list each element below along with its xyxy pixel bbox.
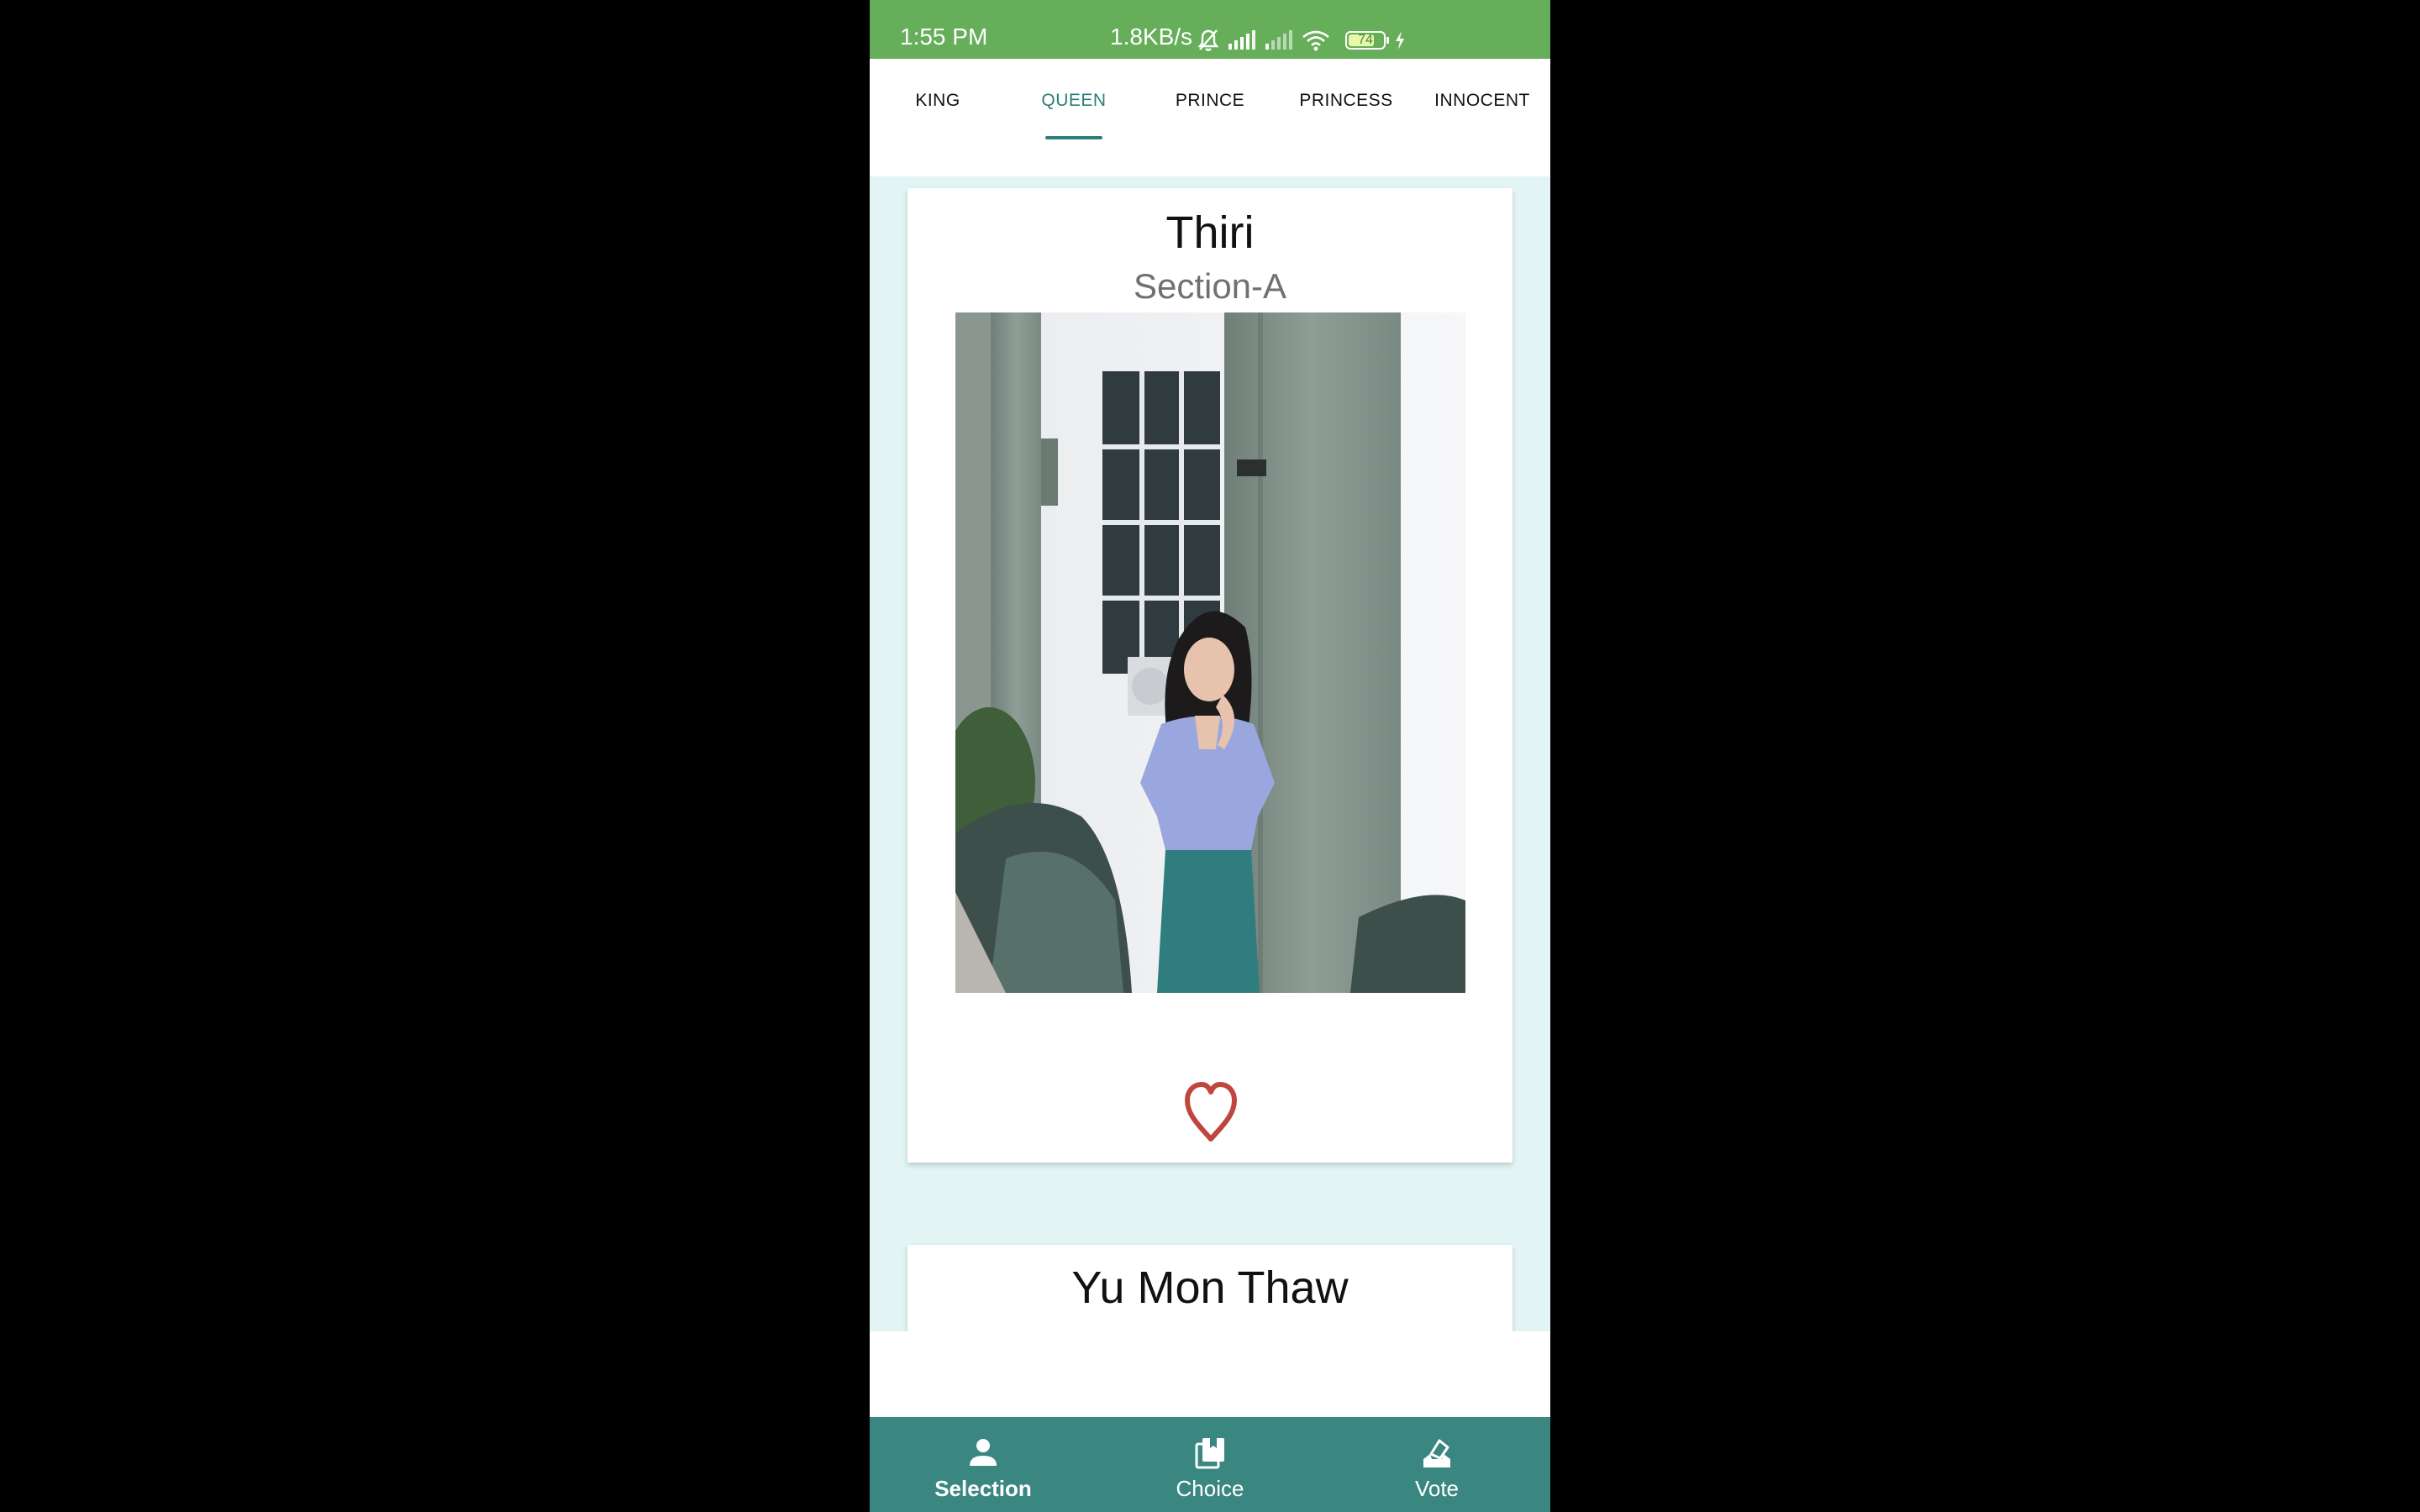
candidate-card[interactable]: Thiri Section-A — [908, 188, 1512, 1163]
status-icons: 74 — [1197, 24, 1406, 57]
wifi-icon — [1302, 30, 1329, 51]
candidate-list[interactable]: Thiri Section-A Yu Mon Thaw — [870, 176, 1550, 1331]
tab-king[interactable]: KING — [870, 59, 1006, 143]
candidate-name: Thiri — [1165, 207, 1255, 258]
person-icon — [970, 1439, 997, 1466]
signal-icon — [1228, 30, 1255, 50]
nav-selection-label: Selection — [934, 1476, 1032, 1501]
nav-choice-label: Choice — [1176, 1476, 1244, 1501]
heart-outline-icon[interactable] — [1182, 1080, 1239, 1144]
charging-icon — [1396, 31, 1404, 50]
category-tabs: KING QUEEN PRINCE PRINCESS INNOCENT — [870, 59, 1550, 176]
candidate-photo — [955, 312, 1465, 993]
signal-weak-icon — [1265, 30, 1292, 50]
book-icon — [1195, 1438, 1224, 1469]
status-time: 1:55 PM — [900, 24, 988, 50]
bottom-navigation: Selection Choice Vote — [870, 1417, 1550, 1512]
bell-muted-icon — [1197, 29, 1219, 51]
candidate-card[interactable]: Yu Mon Thaw — [908, 1245, 1512, 1331]
nav-vote[interactable]: Vote — [1323, 1417, 1550, 1512]
status-bar: 1:55 PM 1.8KB/s 74 — [870, 0, 1550, 59]
nav-choice[interactable]: Choice — [1097, 1417, 1323, 1512]
nav-selection[interactable]: Selection — [870, 1417, 1097, 1512]
battery-icon: 74 — [1345, 31, 1389, 50]
ballot-icon — [1423, 1439, 1450, 1467]
candidate-photo-illustration — [955, 312, 1465, 993]
phone-screen: 1:55 PM 1.8KB/s 74 KING QUEEN PRINCE PRI… — [870, 0, 1550, 1512]
network-speed: 1.8KB/s — [1110, 24, 1193, 50]
active-tab-indicator — [1045, 136, 1102, 139]
candidate-section: Section-A — [1133, 266, 1287, 306]
tab-princess[interactable]: PRINCESS — [1278, 59, 1414, 143]
tab-prince[interactable]: PRINCE — [1142, 59, 1278, 143]
battery-level: 74 — [1358, 33, 1373, 47]
tab-queen[interactable]: QUEEN — [1006, 59, 1142, 143]
nav-vote-label: Vote — [1414, 1476, 1460, 1501]
candidate-name: Yu Mon Thaw — [1071, 1263, 1349, 1313]
tab-innocent[interactable]: INNOCENT — [1414, 59, 1550, 143]
